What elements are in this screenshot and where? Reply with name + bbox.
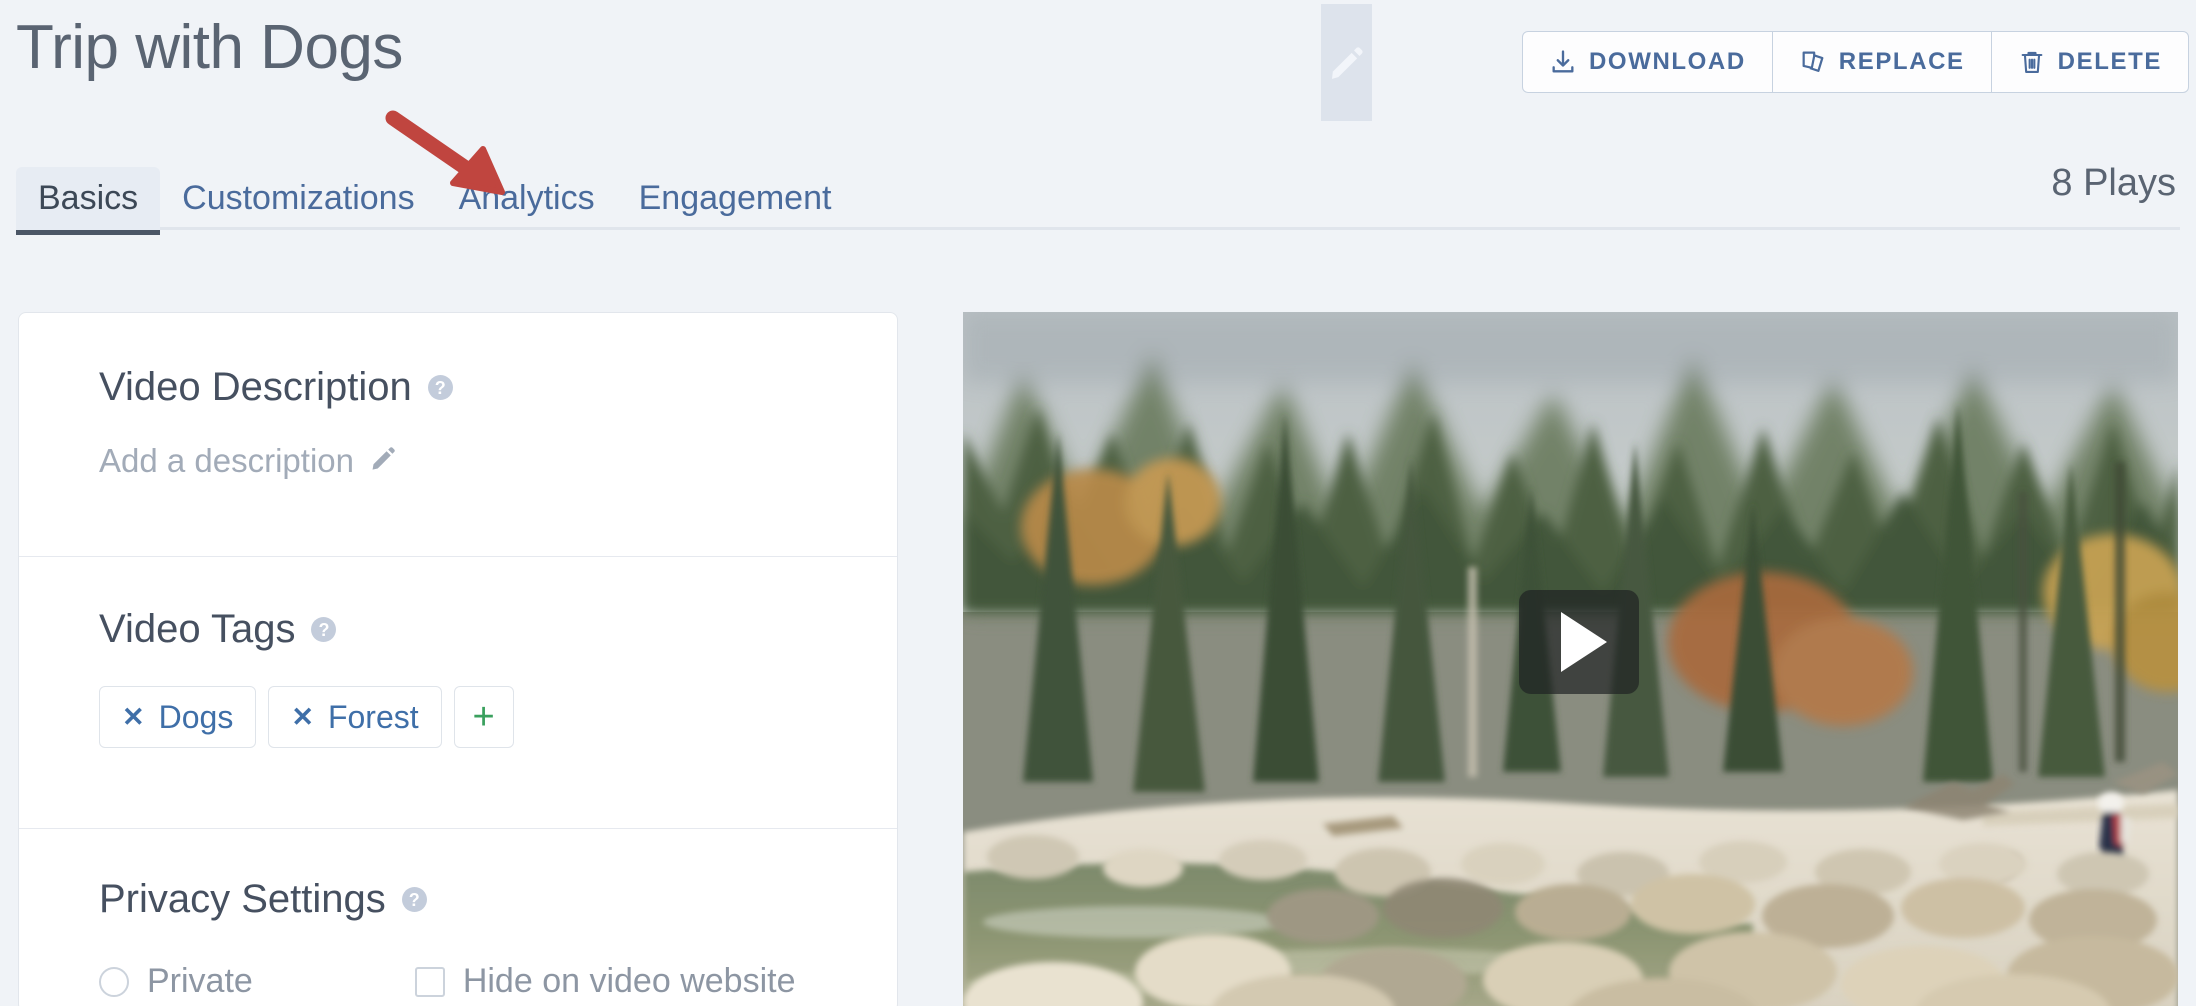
video-action-buttons: DOWNLOAD REPLACE DELETE bbox=[1522, 31, 2189, 93]
question-mark-icon[interactable]: ? bbox=[427, 375, 453, 400]
delete-button-label: DELETE bbox=[2057, 48, 2162, 75]
video-basics-card: Video Description ? Add a description Vi… bbox=[18, 312, 898, 1006]
video-settings-page: Trip with Dogs DOWNLOAD REPLACE DELETE B… bbox=[0, 0, 2196, 1006]
video-description-section: Video Description ? Add a description bbox=[19, 313, 897, 556]
video-tags-title: Video Tags bbox=[99, 607, 296, 651]
private-label: Private bbox=[147, 962, 253, 1000]
add-description-label: Add a description bbox=[99, 442, 354, 479]
question-mark-icon[interactable]: ? bbox=[401, 887, 427, 912]
trash-icon bbox=[2018, 48, 2046, 76]
checkbox-icon[interactable] bbox=[414, 966, 445, 997]
tab-analytics[interactable]: Analytics bbox=[437, 167, 617, 231]
hide-on-website-label: Hide on video website bbox=[462, 962, 796, 1000]
video-tags-heading: Video Tags ? bbox=[99, 557, 817, 652]
tag-chip[interactable]: ✕ Forest bbox=[268, 686, 442, 748]
tab-bar: Basics Customizations Analytics Engageme… bbox=[0, 148, 2196, 236]
x-icon[interactable]: ✕ bbox=[122, 703, 145, 731]
hide-on-website-checkbox-option[interactable]: Hide on video website bbox=[414, 962, 796, 1001]
page-header: Trip with Dogs DOWNLOAD REPLACE DELETE bbox=[0, 0, 2196, 122]
private-radio-option[interactable]: Private bbox=[99, 962, 253, 1001]
replace-button-label: REPLACE bbox=[1838, 48, 1965, 75]
play-button[interactable] bbox=[1519, 590, 1639, 694]
radio-icon[interactable] bbox=[99, 966, 129, 997]
tag-chip[interactable]: ✕ Dogs bbox=[99, 686, 257, 748]
copy-pages-icon bbox=[1799, 48, 1827, 76]
privacy-settings-title: Privacy Settings bbox=[99, 877, 386, 921]
video-description-title: Video Description bbox=[99, 365, 412, 409]
privacy-options-row: Private Hide on video website bbox=[99, 962, 817, 1001]
video-tags-section: Video Tags ? ✕ Dogs ✕ Forest + bbox=[19, 556, 897, 828]
page-title: Trip with Dogs bbox=[16, 13, 403, 82]
tab-list: Basics Customizations Analytics Engageme… bbox=[16, 148, 854, 235]
tag-list: ✕ Dogs ✕ Forest + bbox=[99, 686, 817, 748]
delete-button[interactable]: DELETE bbox=[1990, 32, 2188, 92]
tab-engagement[interactable]: Engagement bbox=[617, 167, 854, 231]
download-button[interactable]: DOWNLOAD bbox=[1523, 32, 1772, 92]
privacy-settings-heading: Privacy Settings ? bbox=[99, 829, 817, 922]
x-icon[interactable]: ✕ bbox=[291, 703, 314, 731]
privacy-settings-section: Privacy Settings ? Private Hide on video… bbox=[19, 828, 897, 1006]
add-tag-button[interactable]: + bbox=[453, 686, 514, 748]
pencil-icon bbox=[370, 442, 398, 480]
download-icon bbox=[1549, 48, 1577, 76]
download-button-label: DOWNLOAD bbox=[1589, 48, 1746, 75]
question-mark-icon[interactable]: ? bbox=[311, 617, 337, 642]
play-count: 8 Plays bbox=[2051, 162, 2176, 204]
tag-label: Forest bbox=[327, 698, 419, 735]
pencil-icon bbox=[1327, 43, 1367, 83]
replace-button[interactable]: REPLACE bbox=[1771, 32, 1991, 92]
edit-title-button[interactable] bbox=[1321, 4, 1372, 121]
tab-customizations[interactable]: Customizations bbox=[160, 167, 436, 231]
video-description-heading: Video Description ? bbox=[99, 313, 817, 410]
tag-label: Dogs bbox=[158, 698, 234, 735]
tab-basics[interactable]: Basics bbox=[16, 167, 161, 235]
add-description-button[interactable]: Add a description bbox=[99, 442, 817, 480]
play-triangle-icon bbox=[1561, 612, 1607, 672]
